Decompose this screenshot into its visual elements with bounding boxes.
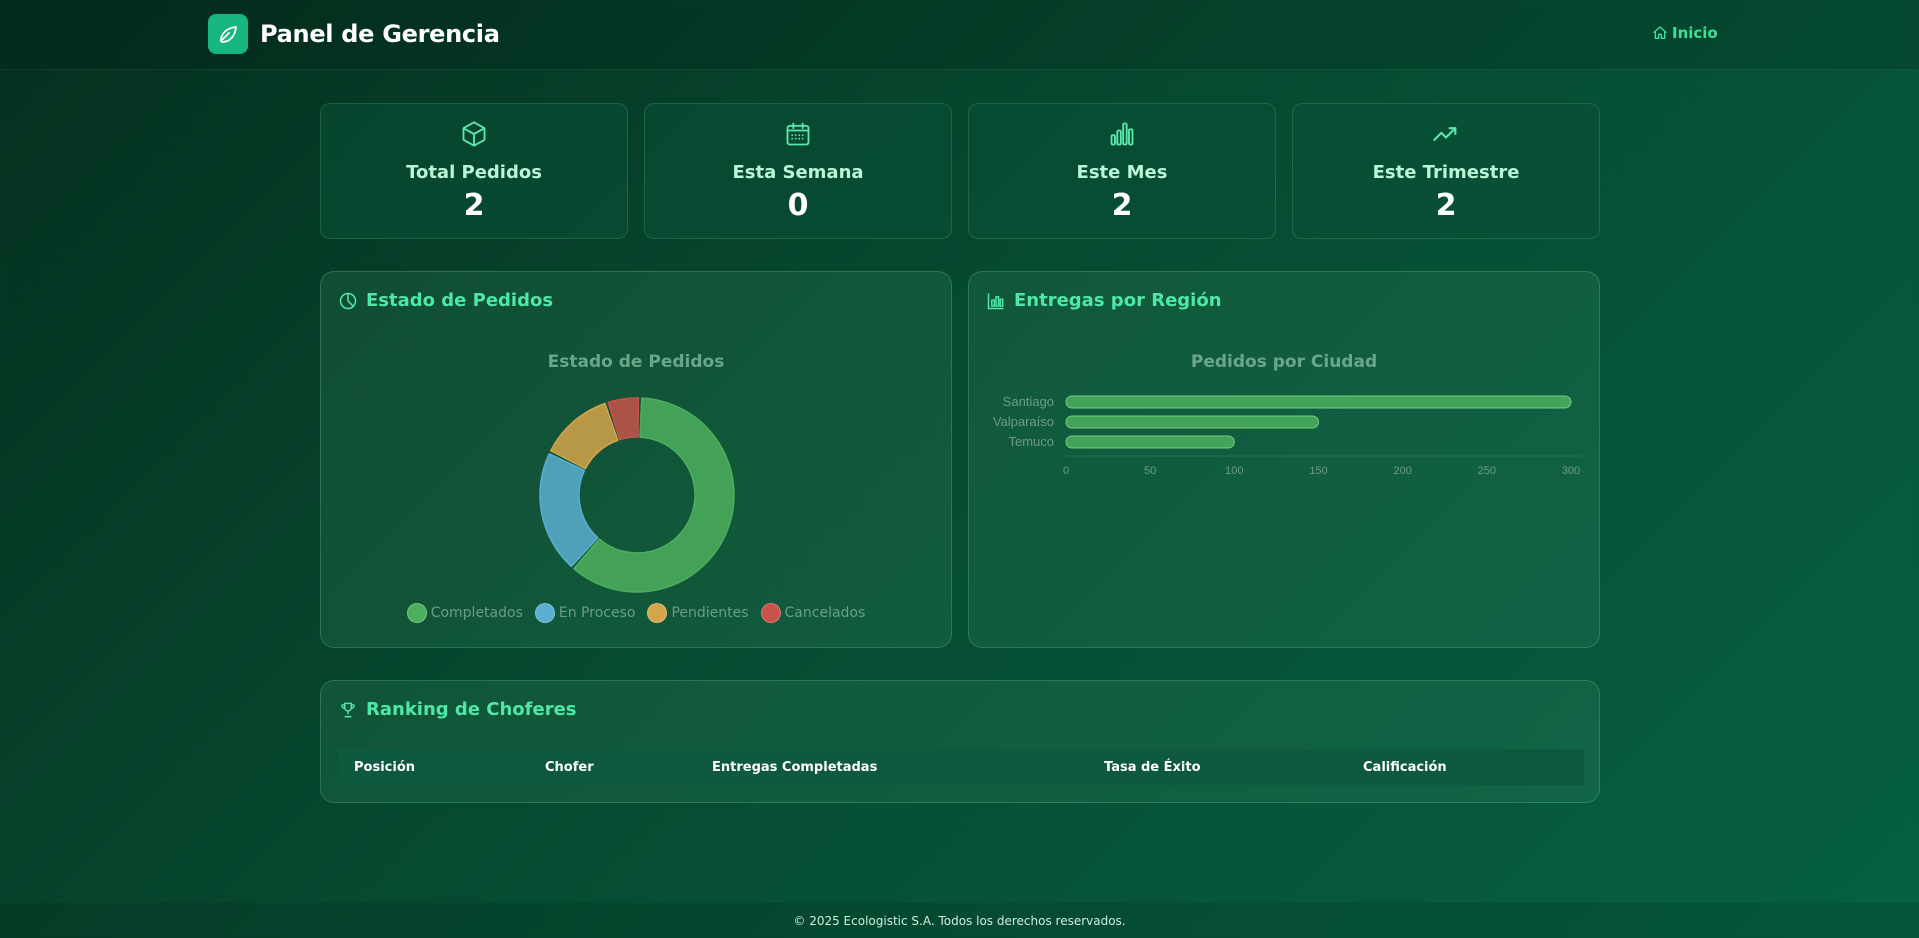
chart-title: Estado de Pedidos (547, 352, 725, 372)
x-tick-label: 50 (1144, 465, 1156, 477)
trending-up-icon (1433, 127, 1457, 141)
nav-home-label: Inicio (1672, 24, 1718, 42)
bar-temuco[interactable] (1065, 435, 1235, 449)
legend-swatch (647, 603, 668, 623)
legend-item[interactable]: Completados (406, 603, 523, 623)
ranking-table-header: Posición Chofer Entregas Completadas Tas… (338, 749, 1584, 785)
region-panel: Entregas por Región Pedidos por Ciudad S… (968, 271, 1600, 648)
stat-label: Este Trimestre (1372, 162, 1520, 183)
stat-value: 2 (463, 188, 485, 223)
chart-title: Pedidos por Ciudad (1190, 352, 1378, 372)
x-tick-label: 150 (1309, 465, 1327, 477)
stat-value: 0 (787, 188, 809, 223)
donut-chart[interactable] (321, 384, 953, 614)
legend-label: En Proceso (558, 605, 636, 621)
legend-swatch (534, 603, 555, 623)
stat-label: Total Pedidos (406, 162, 542, 183)
bar-santiago[interactable] (1065, 395, 1572, 409)
app-title: Panel de Gerencia (260, 20, 500, 48)
stat-card-this-quarter: Este Trimestre 2 (1292, 103, 1600, 239)
panel-title: Estado de Pedidos (366, 290, 554, 311)
home-icon (1653, 26, 1667, 39)
column-header-position[interactable]: Posición (354, 760, 415, 775)
column-header-success-rate[interactable]: Tasa de Éxito (1104, 760, 1201, 775)
nav-home-link[interactable]: Inicio (1652, 24, 1718, 42)
legend-swatch (760, 603, 781, 623)
legend-label: Pendientes (671, 605, 749, 621)
column-header-completed-deliveries[interactable]: Entregas Completadas (712, 760, 877, 775)
bar-chart-icon (987, 293, 1004, 309)
trophy-icon (341, 702, 355, 717)
stat-label: Este Mes (1076, 162, 1168, 183)
x-tick-label: 200 (1393, 465, 1411, 477)
donut-slice-en-proceso[interactable] (539, 453, 599, 568)
panel-title: Entregas por Región (1014, 290, 1222, 311)
bar-valparaíso[interactable] (1065, 415, 1319, 429)
x-tick-label: 300 (1562, 465, 1580, 477)
chart-legend: Completados En Proceso Pendientes Cancelado… (321, 603, 951, 623)
footer: © 2025 Ecologistic S.A. Todos los derech… (0, 903, 1919, 938)
column-header-driver[interactable]: Chofer (545, 760, 594, 775)
legend-item[interactable]: Pendientes (647, 603, 749, 623)
stat-value: 2 (1111, 188, 1133, 223)
ranking-panel: Ranking de Choferes Posición Chofer Entr… (320, 680, 1600, 803)
top-bar: Panel de Gerencia Inicio (0, 0, 1919, 70)
x-tick-label: 0 (1063, 465, 1069, 477)
bar-category-label: Santiago (1003, 394, 1054, 409)
stat-card-total-orders: Total Pedidos 2 (320, 103, 628, 239)
stat-value: 2 (1435, 188, 1457, 223)
legend-item[interactable]: En Proceso (534, 603, 636, 623)
bar-category-label: Temuco (1008, 434, 1054, 449)
horizontal-bar-chart[interactable]: Santiago Valparaíso Temuco 0 50 100 150 200 250 3… (969, 390, 1601, 540)
legend-item[interactable]: Cancelados (760, 603, 866, 623)
stat-card-this-week: Esta Semana 0 (644, 103, 952, 239)
legend-swatch (406, 603, 427, 623)
calendar-icon (786, 122, 810, 146)
box-icon (462, 121, 486, 147)
leaf-icon (220, 26, 237, 43)
legend-label: Completados (430, 605, 523, 621)
x-tick-label: 250 (1478, 465, 1496, 477)
column-header-rating[interactable]: Calificación (1363, 760, 1447, 775)
legend-label: Cancelados (784, 605, 866, 621)
app-logo[interactable] (208, 14, 248, 54)
stat-label: Esta Semana (732, 162, 864, 183)
x-tick-label: 100 (1225, 465, 1243, 477)
stat-card-this-month: Este Mes 2 (968, 103, 1276, 239)
bar-chart-icon (1110, 122, 1134, 146)
panel-title: Ranking de Choferes (366, 699, 577, 720)
pie-chart-icon (339, 292, 357, 309)
bar-category-label: Valparaíso (993, 414, 1054, 429)
order-status-panel: Estado de Pedidos Estado de Pedidos Comp… (320, 271, 952, 648)
